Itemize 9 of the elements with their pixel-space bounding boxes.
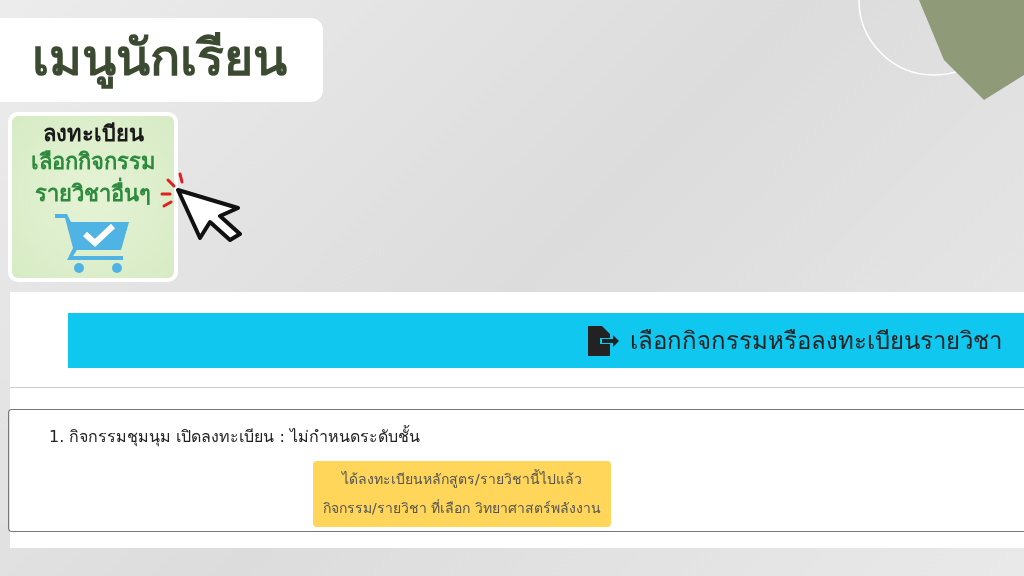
notice-text: ได้ลงทะเบียนหลักสูตร/รายวิชานี้ไปแล้ว	[341, 468, 582, 490]
notice-text: กิจกรรม/รายวิชา ที่เลือก วิทยาศาสตร์พลังงาน	[323, 498, 601, 518]
tile-label: ลงทะเบียน	[42, 120, 144, 148]
activity-label: 1. กิจกรรมชุมนุม เปิดลงทะเบียน : ไม่กำหนดระดับชั้น	[49, 424, 421, 449]
tile-label: เลือกกิจกรรม	[30, 148, 156, 176]
menu-tile[interactable]: ลงทะเบียน เลือกกิจกรรม รายวิชาอื่นๆ	[8, 112, 178, 282]
file-export-icon	[586, 325, 620, 356]
header-title: เลือกกิจกรรมหรือลงทะเบียนรายวิชา	[630, 326, 1002, 357]
page-title: เมนูนักเรียน	[0, 18, 323, 102]
